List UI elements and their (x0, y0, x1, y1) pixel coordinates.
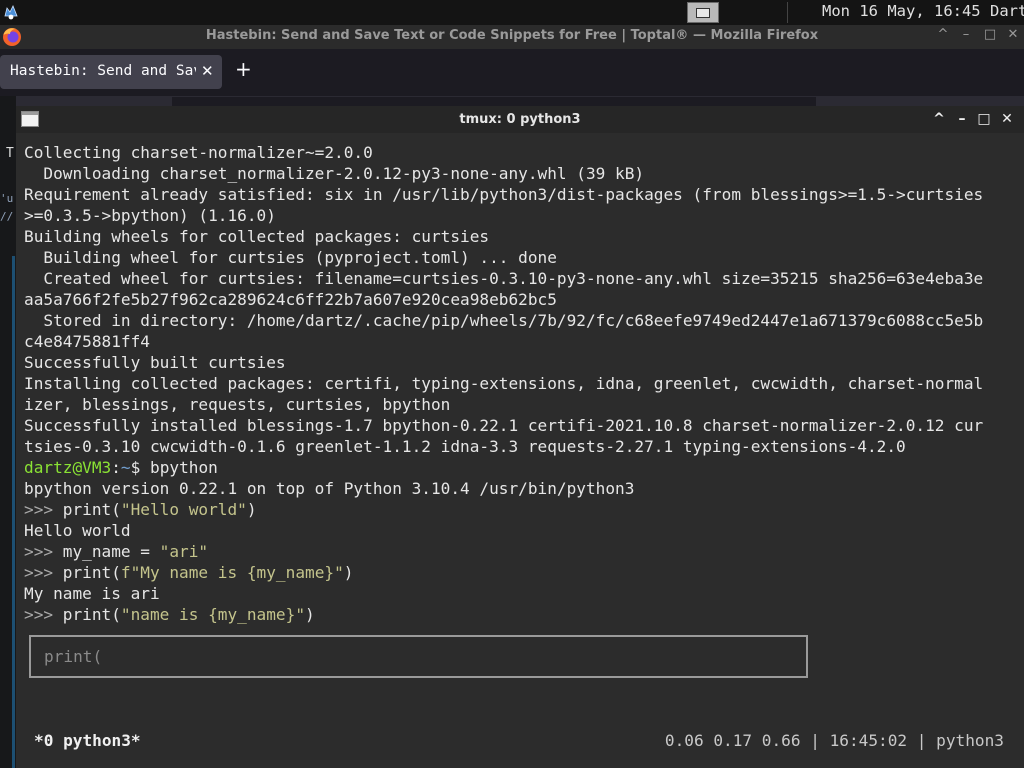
terminal-output[interactable]: Collecting charset-normalizer~=2.0.0 Dow… (24, 142, 1018, 662)
firefox-close-button[interactable]: ✕ (1006, 28, 1020, 42)
tab-close-icon[interactable]: ✕ (201, 62, 214, 80)
firefox-minimize-button[interactable]: – (959, 28, 973, 42)
panel-clock[interactable]: Mon 16 May, 16:45 Dartz (822, 2, 1024, 20)
terminal-line: Successfully built curtsies (24, 353, 286, 372)
firefox-maximize-button[interactable]: □ (983, 28, 997, 42)
terminal-line: >=0.3.5->bpython) (1.16.0) (24, 206, 276, 225)
shell-prompt-line: dartz@VM3:~$ bpython (24, 457, 1018, 478)
repl-prompt: >>> (24, 500, 63, 519)
tmux-status-bar: *0 python3* 0.06 0.17 0.66 | 16:45:02 | … (16, 728, 1024, 756)
window-list-button[interactable] (687, 2, 719, 23)
tab-label: Hastebin: Send and Save Text or Code Sni… (10, 63, 196, 79)
user-name: Dartz (989, 2, 1024, 20)
repl-code: ) (305, 605, 315, 624)
firefox-minimize-up-button[interactable]: ^ (936, 28, 950, 42)
terminal-line: Building wheels for collected packages: … (24, 227, 490, 246)
prompt-userhost: dartz@VM3 (24, 458, 112, 477)
background-text-fragment: // (0, 210, 14, 223)
terminal-line: Collecting charset-normalizer~=2.0.0 (24, 143, 373, 162)
repl-prompt: >>> (24, 542, 63, 561)
prompt-sign: $ (130, 458, 151, 477)
terminal-line: c4e8475881ff4 (24, 332, 150, 351)
panel-separator (787, 2, 788, 23)
repl-input-line: >>> my_name = "ari" (24, 541, 1018, 562)
repl-code: ) (246, 500, 257, 519)
repl-current-input-line[interactable]: >>> print("name is {my_name}") (24, 604, 1018, 625)
terminal-line: aa5a766f2fe5b27f962ca289624c6ff22b7a607e… (24, 290, 557, 309)
repl-code: print( (62, 563, 121, 582)
window-list-icon (696, 8, 710, 18)
terminal-line: tsies-0.3.10 cwcwidth-0.1.6 greenlet-1.1… (24, 437, 906, 456)
repl-string: "name is {my_name}" (120, 605, 306, 624)
repl-prompt: >>> (24, 605, 63, 624)
desktop-launcher-icon[interactable] (2, 3, 20, 21)
terminal-line: Downloading charset_normalizer-2.0.12-py… (24, 164, 645, 183)
repl-prompt: >>> (24, 563, 63, 582)
prompt-cwd: ~ (120, 458, 131, 477)
repl-code: ) (343, 563, 354, 582)
terminal-line: Stored in directory: /home/dartz/.cache/… (24, 311, 984, 330)
terminal-line: Installing collected packages: certifi, … (24, 374, 984, 393)
repl-output-line: My name is ari (24, 584, 160, 603)
repl-code: print( (62, 500, 121, 519)
background-accent-line (12, 256, 15, 768)
bpython-suggestion-box: print( (29, 635, 808, 678)
terminal-line: Created wheel for curtsies: filename=cur… (24, 269, 984, 288)
terminal-minimize-button[interactable]: – (954, 111, 970, 127)
browser-urlbar-background (172, 97, 816, 106)
terminal-window[interactable]: tmux: 0 python3 ^ – □ ✕ Collecting chars… (16, 106, 1024, 768)
suggestion-text: print( (44, 647, 103, 666)
repl-output-line: Hello world (24, 521, 131, 540)
clock-text: Mon 16 May, 16:45 (822, 2, 981, 20)
terminal-titlebar[interactable]: tmux: 0 python3 ^ – □ ✕ (16, 106, 1024, 133)
terminal-maximize-button[interactable]: □ (976, 111, 992, 127)
tab-hastebin[interactable]: Hastebin: Send and Save Text or Code Sni… (0, 55, 222, 89)
firefox-window-title: Hastebin: Send and Save Text or Code Sni… (205, 28, 819, 43)
background-text-fragment: T (6, 146, 14, 161)
terminal-shade-button[interactable]: ^ (931, 111, 947, 127)
bpython-banner: bpython version 0.22.1 on top of Python … (24, 479, 635, 498)
terminal-window-title: tmux: 0 python3 (459, 112, 581, 127)
firefox-titlebar: Hastebin: Send and Save Text or Code Sni… (0, 25, 1024, 49)
terminal-line: Building wheel for curtsies (pyproject.t… (24, 248, 557, 267)
tmux-window-indicator[interactable]: *0 python3* (34, 731, 141, 750)
terminal-line: Requirement already satisfied: six in /u… (24, 185, 984, 204)
system-panel: Mon 16 May, 16:45 Dartz (0, 0, 1024, 25)
terminal-close-button[interactable]: ✕ (999, 111, 1015, 127)
repl-string: "ari" (159, 542, 209, 561)
tmux-status-info: 0.06 0.17 0.66 | 16:45:02 | python3 (664, 731, 1004, 750)
prompt-separator: : (111, 458, 121, 477)
repl-string: "Hello world" (120, 500, 247, 519)
prompt-command: bpython (150, 458, 218, 477)
repl-input-line: >>> print(f"My name is {my_name}") (24, 562, 1018, 583)
background-text-fragment: 'u (0, 192, 14, 205)
firefox-tab-strip: Hastebin: Send and Save Text or Code Sni… (0, 49, 1024, 96)
repl-code: my_name = (62, 542, 160, 561)
repl-string: f"My name is {my_name}" (120, 563, 344, 582)
terminal-line: Successfully installed blessings-1.7 bpy… (24, 416, 984, 435)
new-tab-button[interactable]: + (235, 58, 252, 80)
repl-code: print( (62, 605, 121, 624)
repl-input-line: >>> print("Hello world") (24, 499, 1018, 520)
terminal-line: izer, blessings, requests, curtsies, bpy… (24, 395, 451, 414)
